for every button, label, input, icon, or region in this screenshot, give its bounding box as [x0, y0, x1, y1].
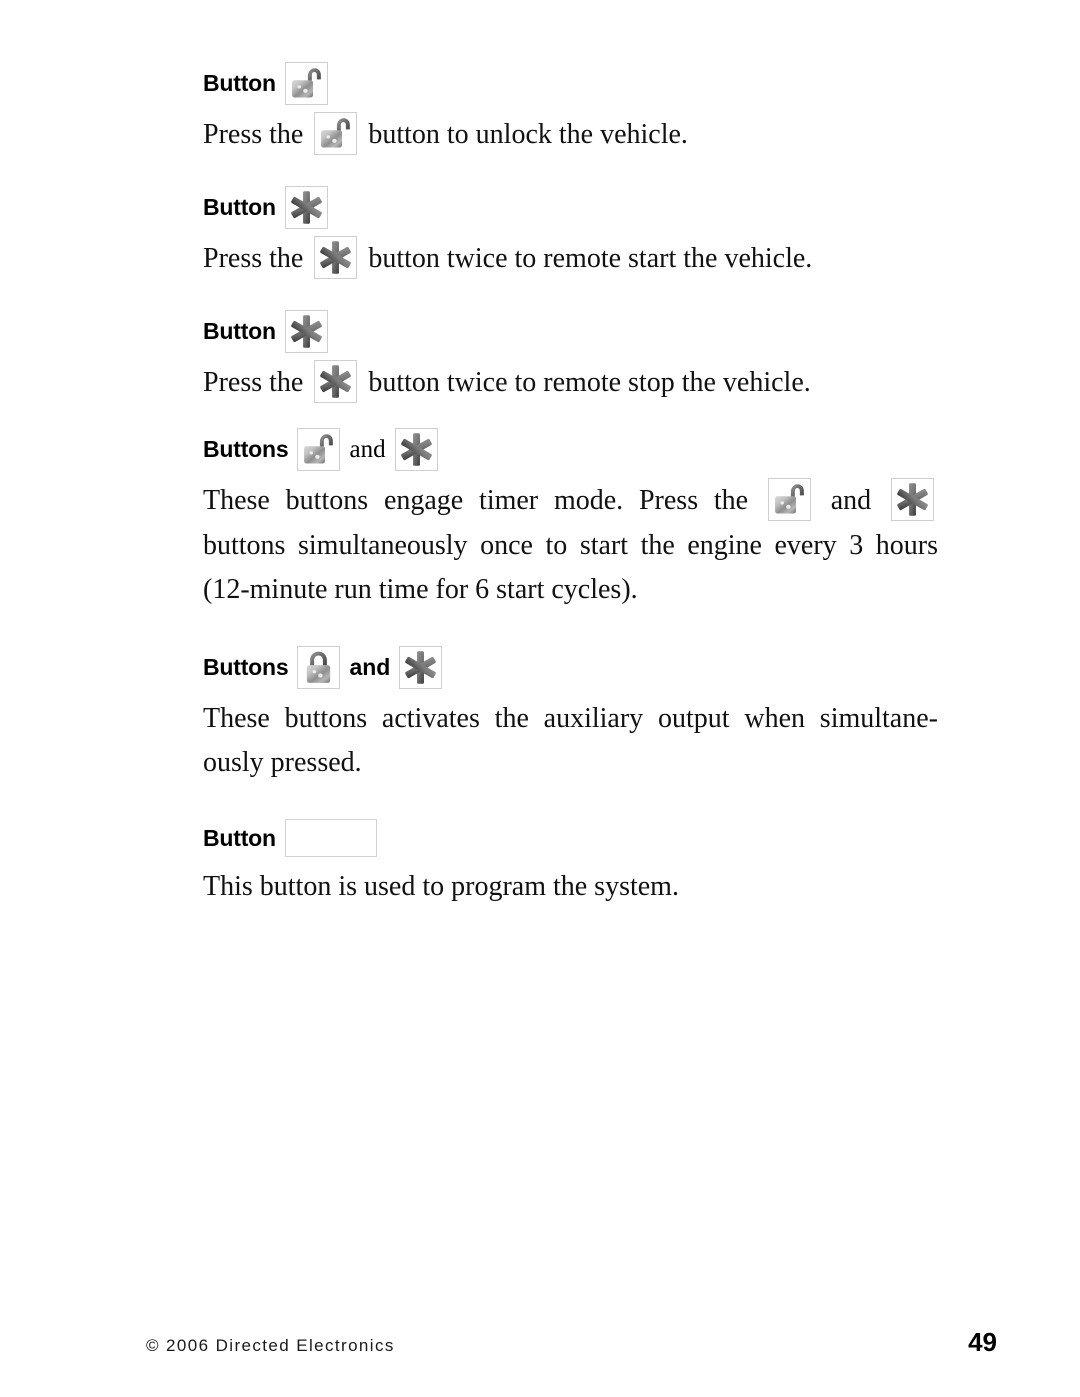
asterisk-star-icon[interactable] — [399, 646, 443, 690]
copyright-notice: © 2006 Directed Electronics — [146, 1336, 395, 1355]
blank-button-icon[interactable] — [284, 819, 377, 858]
conjunction-label: and — [349, 654, 391, 681]
body-text-after: buttons simultaneously once to start the… — [203, 530, 938, 606]
section-heading: Button — [203, 819, 938, 858]
section-body: These buttons activates the auxiliary ou… — [203, 703, 938, 779]
asterisk-star-icon[interactable] — [284, 310, 328, 354]
section-unlock: Button Press the button to unlock the ve… — [203, 62, 938, 158]
body-text-before: Press the — [203, 243, 311, 275]
page-footer: © 2006 Directed Electronics 49 — [146, 1327, 997, 1358]
asterisk-star-icon[interactable] — [314, 360, 358, 404]
body-text-after: button twice to remote start the vehicle… — [361, 243, 813, 275]
section-auxiliary-output: Buttons and These buttons activates the … — [203, 646, 938, 785]
section-heading: Button — [203, 62, 938, 105]
unlock-padlock-icon[interactable] — [314, 112, 358, 156]
heading-label: Button — [203, 318, 276, 345]
section-timer-mode: Buttons and These buttons engage timer m… — [203, 428, 938, 612]
section-heading: Buttons and — [203, 428, 938, 472]
body-text-before: These buttons engage timer mode. Press t… — [203, 485, 764, 517]
section-body: Press the button to unlock the vehicle. — [203, 112, 938, 158]
section-body: Press the button twice to remote stop th… — [203, 360, 938, 406]
body-text-before: Press the — [203, 367, 311, 399]
asterisk-star-icon[interactable] — [394, 428, 438, 472]
asterisk-star-icon[interactable] — [891, 478, 934, 522]
section-body: This button is used to program the syste… — [203, 871, 679, 903]
lock-padlock-icon[interactable] — [297, 646, 341, 690]
unlock-padlock-icon[interactable] — [297, 428, 341, 472]
body-text-after: button to unlock the vehicle. — [361, 119, 688, 150]
conjunction-label: and — [349, 436, 386, 464]
page-number: 49 — [968, 1327, 997, 1357]
body-text-mid: and — [814, 485, 887, 517]
asterisk-star-icon[interactable] — [314, 236, 358, 280]
page-content: Button Press the button to unlock the ve… — [203, 62, 938, 909]
unlock-padlock-icon[interactable] — [767, 478, 811, 522]
section-heading: Buttons and — [203, 646, 938, 690]
section-remote-stop: Button Press the button twice to remote … — [203, 310, 938, 406]
section-heading: Button — [203, 186, 938, 230]
section-program-button: Button This button is used to program th… — [203, 819, 938, 909]
section-body: These buttons engage timer mode. Press t… — [203, 478, 938, 612]
heading-label: Button — [203, 194, 276, 221]
unlock-padlock-icon[interactable] — [284, 62, 328, 105]
heading-label: Buttons — [203, 436, 289, 463]
section-body: Press the button twice to remote start t… — [203, 236, 938, 282]
manual-page: Button Press the button to unlock the ve… — [0, 0, 1080, 1397]
body-text-after: button twice to remote stop the vehicle. — [361, 367, 811, 399]
heading-label: Buttons — [203, 654, 289, 681]
body-text-before: Press the — [203, 119, 311, 150]
asterisk-star-icon[interactable] — [284, 186, 328, 230]
section-heading: Button — [203, 310, 938, 354]
heading-label: Button — [203, 70, 276, 96]
heading-label: Button — [203, 824, 276, 851]
section-remote-start: Button Press the button twice to remote … — [203, 186, 938, 282]
